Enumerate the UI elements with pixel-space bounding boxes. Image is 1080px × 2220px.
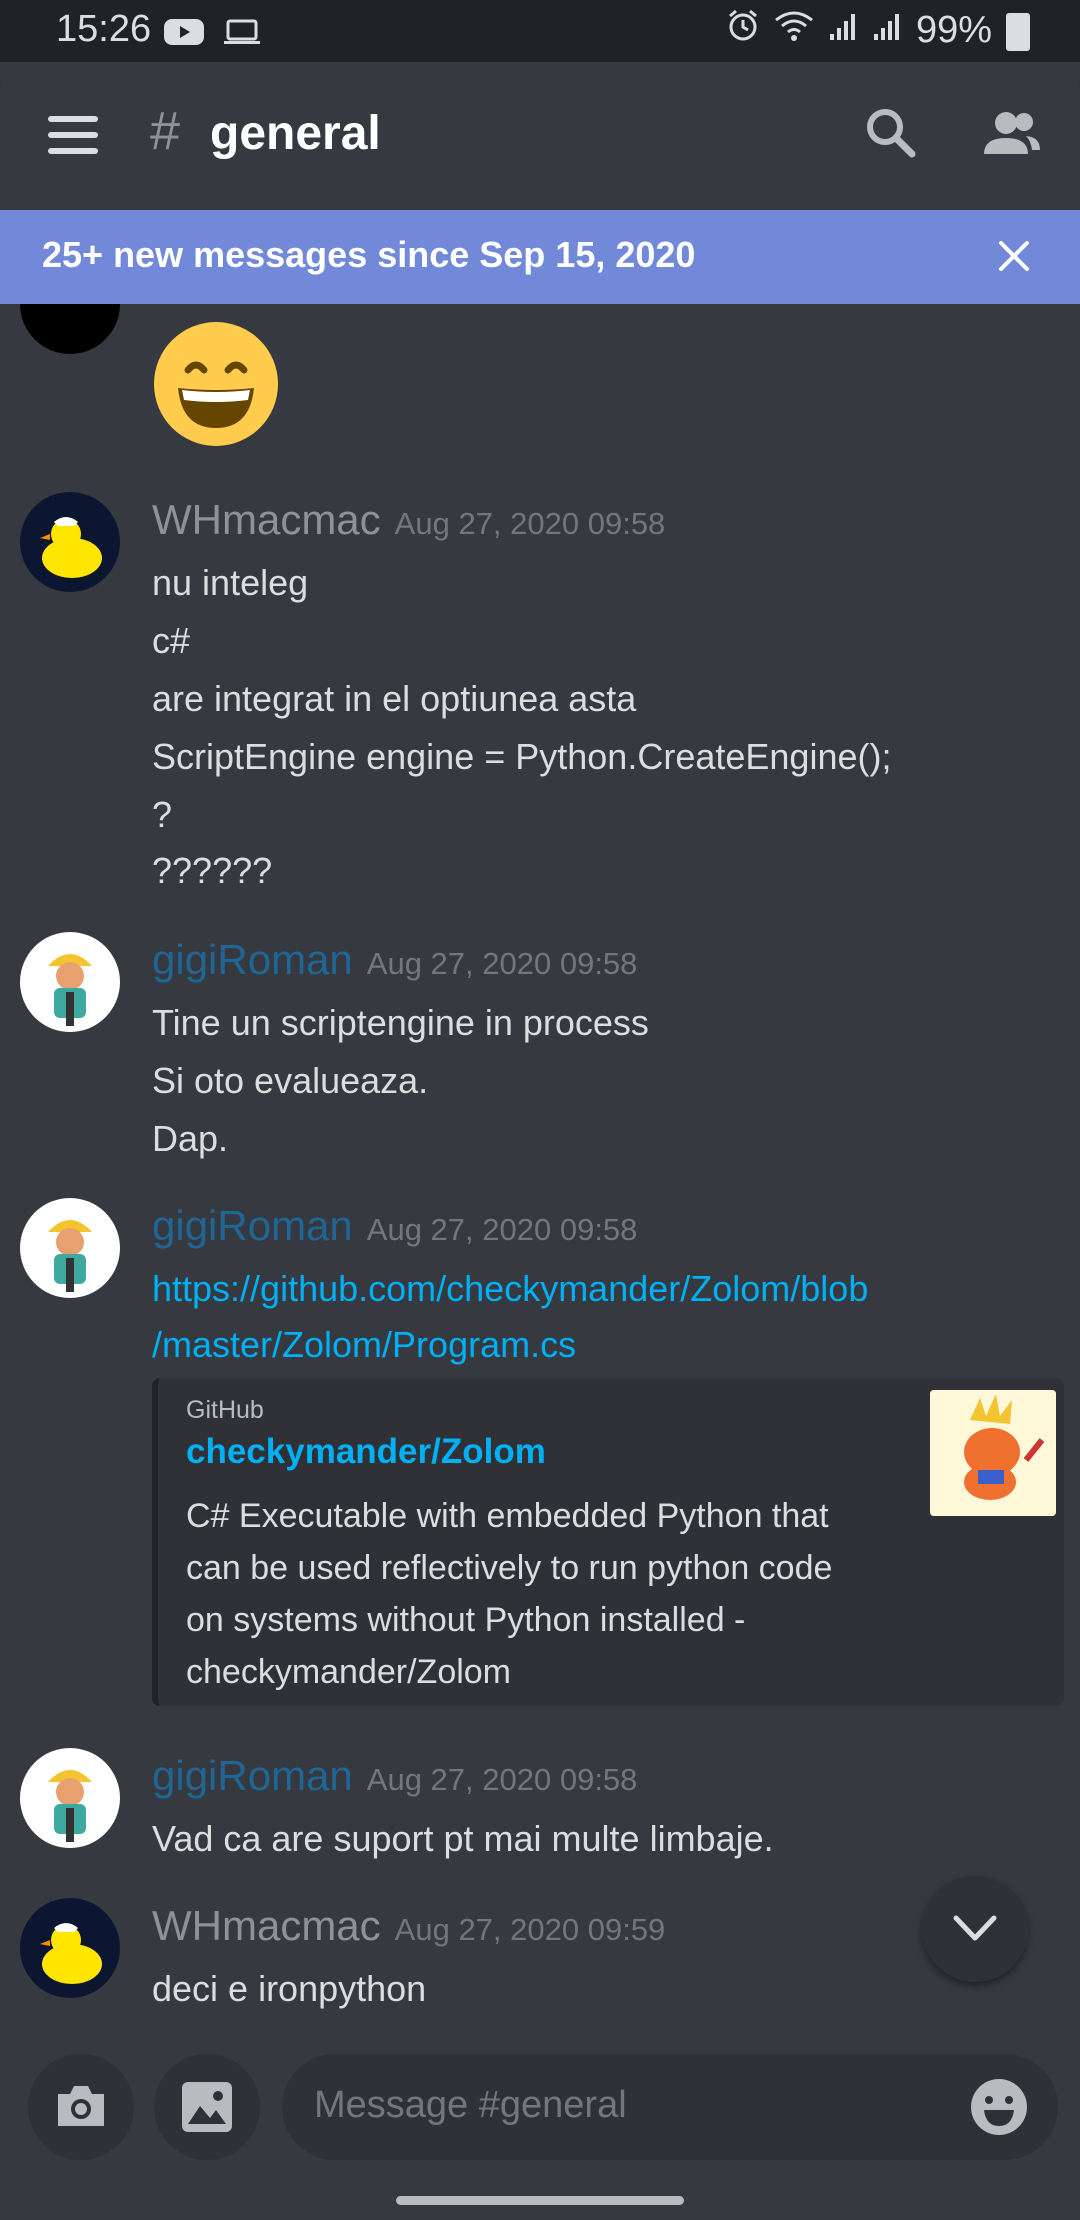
- avatar[interactable]: [20, 932, 120, 1032]
- link-embed: GitHub checkymander/Zolom C# Executable …: [152, 1378, 1064, 1706]
- message-line: c#: [152, 620, 191, 661]
- new-messages-banner[interactable]: 25+ new messages since Sep 15, 2020: [0, 210, 1080, 304]
- status-time: 15:26: [56, 8, 152, 50]
- channel-name: general: [210, 107, 381, 160]
- close-icon[interactable]: [998, 240, 1030, 277]
- message-author[interactable]: WHmacmac Aug 27, 2020 09:59: [152, 1902, 665, 1950]
- message-line: deci e ironpython: [152, 1968, 427, 2009]
- laptop-icon: [222, 14, 262, 57]
- message-line: Si oto evalueaza.: [152, 1060, 429, 1101]
- message-link[interactable]: https://github.com/checkymander/Zolom/bl…: [152, 1268, 868, 1310]
- status-bar: 15:26 99%: [0, 0, 1080, 62]
- message-line: nu inteleg: [152, 562, 309, 603]
- youtube-icon: [164, 14, 204, 57]
- message-timestamp: Aug 27, 2020 09:58: [366, 1762, 638, 1797]
- image-icon: [180, 2080, 234, 2139]
- embed-description: C# Executable with embedded Python that …: [186, 1497, 833, 1691]
- message-author[interactable]: WHmacmac Aug 27, 2020 09:58: [152, 496, 665, 544]
- avatar[interactable]: [20, 304, 120, 354]
- message-line: ?: [152, 794, 173, 835]
- message-composer: Message #general: [0, 2030, 1080, 2220]
- camera-button[interactable]: [28, 2054, 134, 2160]
- message-line: Tine un scriptengine in process: [152, 1002, 649, 1043]
- message-line: ScriptEngine engine = Python.CreateEngin…: [152, 736, 892, 777]
- avatar[interactable]: [20, 1898, 120, 1998]
- message-timestamp: Aug 27, 2020 09:58: [366, 946, 638, 981]
- search-icon[interactable]: [864, 106, 916, 163]
- signal-icon: [828, 9, 858, 52]
- new-messages-text: 25+ new messages since Sep 15, 2020: [42, 234, 696, 275]
- battery-percent: 99%: [915, 8, 992, 51]
- alarm-icon: [726, 8, 760, 52]
- message-timestamp: Aug 27, 2020 09:59: [394, 1912, 666, 1947]
- home-indicator[interactable]: [396, 2196, 684, 2205]
- embed-thumbnail[interactable]: [930, 1390, 1056, 1516]
- message-line: Vad ca are suport pt mai multe limbaje.: [152, 1818, 774, 1859]
- message-author[interactable]: gigiRoman Aug 27, 2020 09:58: [152, 1752, 637, 1800]
- message-list[interactable]: WHmacmac Aug 27, 2020 09:58 nu inteleg c#…: [0, 304, 1080, 2030]
- message-line: Dap.: [152, 1118, 229, 1159]
- battery-icon: [1006, 13, 1030, 51]
- message-timestamp: Aug 27, 2020 09:58: [394, 506, 666, 541]
- message-link[interactable]: /master/Zolom/Program.cs: [152, 1324, 576, 1366]
- message-input[interactable]: Message #general: [282, 2054, 1058, 2160]
- avatar[interactable]: [20, 492, 120, 592]
- embed-provider[interactable]: GitHub: [186, 1396, 264, 1425]
- message-author[interactable]: gigiRoman Aug 27, 2020 09:58: [152, 1202, 637, 1250]
- camera-icon: [54, 2082, 108, 2135]
- chevron-down-icon: [952, 1914, 998, 1949]
- message-timestamp: Aug 27, 2020 09:58: [366, 1212, 638, 1247]
- message-line: ??????: [152, 850, 273, 891]
- gallery-button[interactable]: [154, 2054, 260, 2160]
- message-input-placeholder: Message #general: [314, 2084, 627, 2126]
- avatar[interactable]: [20, 1748, 120, 1848]
- hamburger-menu-icon[interactable]: [48, 116, 98, 164]
- grinning-emoji-icon: [152, 320, 280, 453]
- wifi-icon: [774, 9, 814, 52]
- channel-hash-icon: #: [150, 101, 181, 161]
- jump-to-bottom-button[interactable]: [922, 1876, 1028, 1982]
- members-icon[interactable]: [982, 110, 1042, 161]
- emoji-icon[interactable]: [968, 2076, 1030, 2143]
- embed-title[interactable]: checkymander/Zolom: [186, 1432, 546, 1472]
- channel-header: # general: [0, 62, 1080, 210]
- avatar[interactable]: [20, 1198, 120, 1298]
- message-line: are integrat in el optiunea asta: [152, 678, 637, 719]
- message-author[interactable]: gigiRoman Aug 27, 2020 09:58: [152, 936, 637, 984]
- signal-icon: [872, 9, 902, 52]
